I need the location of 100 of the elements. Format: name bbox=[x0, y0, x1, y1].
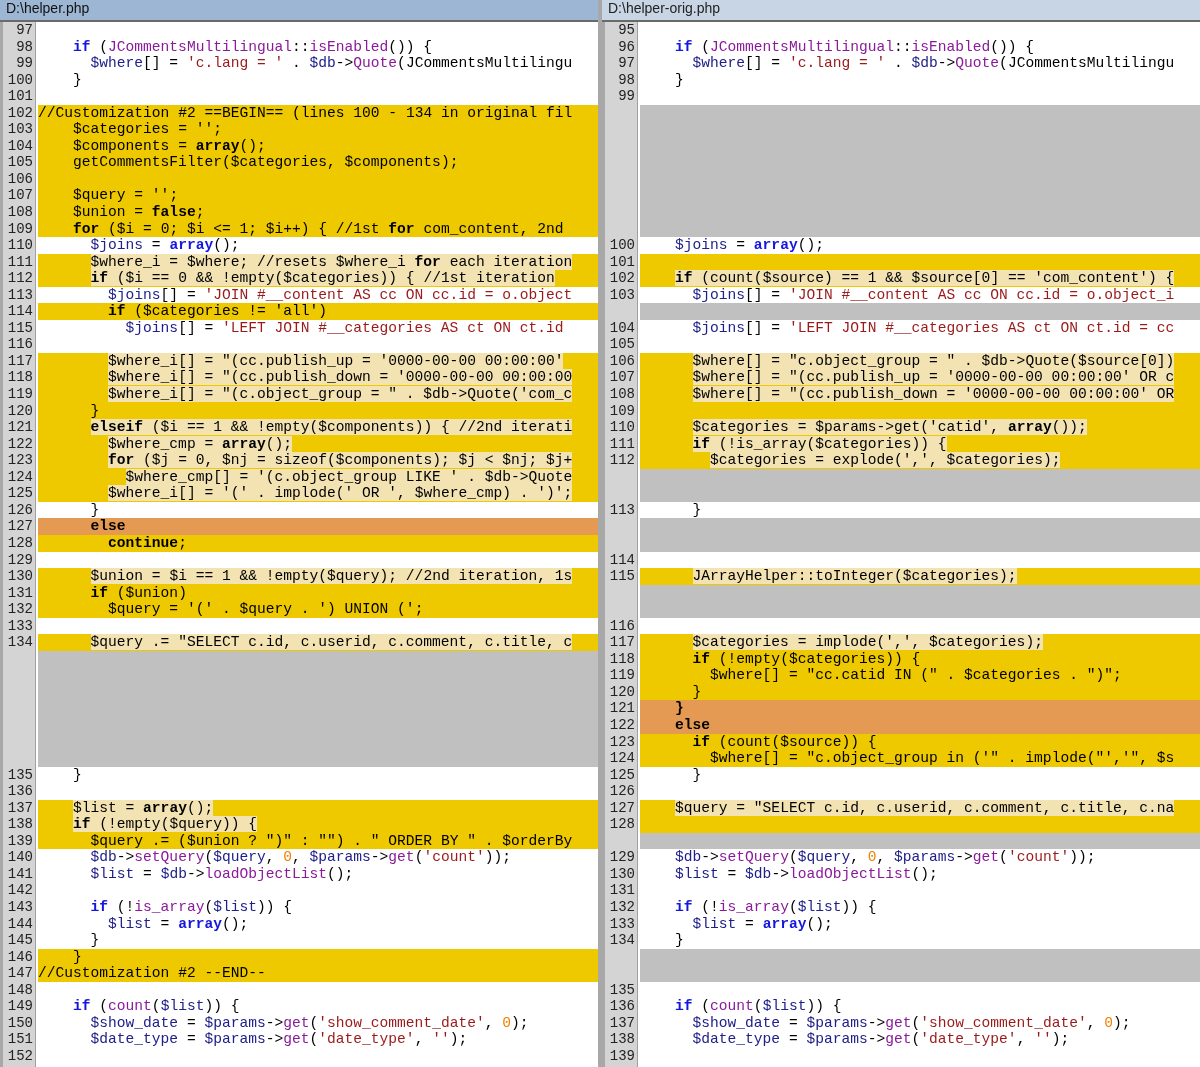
line-number: 123 bbox=[609, 733, 635, 750]
line-number: 118 bbox=[609, 650, 635, 667]
line-number: 109 bbox=[7, 220, 33, 237]
line-number: 142 bbox=[7, 882, 33, 899]
line-number: 148 bbox=[7, 981, 33, 998]
line-number: 146 bbox=[7, 948, 33, 965]
line-number: 114 bbox=[609, 551, 635, 568]
line-number: 100 bbox=[7, 71, 33, 88]
line-number: 121 bbox=[7, 419, 33, 436]
line-number: 105 bbox=[7, 154, 33, 171]
line-number: 110 bbox=[7, 237, 33, 254]
line-number: 133 bbox=[609, 915, 635, 932]
code-line: $joins[] = 'JOIN #__content AS cc ON cc.id = o.object bbox=[107, 286, 574, 304]
line-number: 96 bbox=[618, 38, 635, 55]
line-number: 100 bbox=[609, 237, 635, 254]
line-number: 128 bbox=[609, 816, 635, 833]
line-number: 124 bbox=[7, 468, 33, 485]
line-number: 98 bbox=[16, 38, 33, 55]
line-number: 107 bbox=[609, 369, 635, 386]
line-number: 152 bbox=[7, 1047, 33, 1064]
code-line: } bbox=[691, 501, 703, 519]
file-title-bar: D:\helper.php bbox=[0, 0, 598, 22]
code-line: $where[] = 'c.lang = ' . $db->Quote(JCommentsMultilingu bbox=[89, 55, 574, 72]
line-number: 137 bbox=[609, 1014, 635, 1031]
line-number: 151 bbox=[7, 1031, 33, 1048]
line-number: 119 bbox=[609, 667, 635, 684]
code-line: $joins = array(); bbox=[674, 237, 825, 254]
line-number: 144 bbox=[7, 915, 33, 932]
line-number: 130 bbox=[609, 865, 635, 882]
line-number: 138 bbox=[7, 816, 33, 833]
line-number: 126 bbox=[609, 783, 635, 800]
line-number: 112 bbox=[609, 452, 635, 469]
line-number: 111 bbox=[7, 253, 33, 270]
line-number: 133 bbox=[7, 617, 33, 634]
line-number: 145 bbox=[7, 932, 33, 949]
line-number: 113 bbox=[7, 286, 33, 303]
line-number: 139 bbox=[609, 1047, 635, 1064]
line-number: 107 bbox=[7, 187, 33, 204]
line-number: 106 bbox=[609, 352, 635, 369]
line-number: 143 bbox=[7, 899, 33, 915]
line-number: 126 bbox=[7, 501, 33, 518]
line-number: 115 bbox=[7, 319, 33, 336]
line-number: 99 bbox=[618, 88, 635, 105]
line-number: 128 bbox=[7, 534, 33, 551]
line-number: 109 bbox=[609, 402, 635, 419]
line-number: 115 bbox=[609, 568, 635, 585]
code-line: $date_type = $params->get('date_type', ''); bbox=[89, 1031, 469, 1048]
code-line: if (count($list)) { bbox=[674, 998, 843, 1015]
line-number: 149 bbox=[7, 998, 33, 1015]
line-number: 131 bbox=[7, 584, 33, 601]
line-number: 120 bbox=[609, 683, 635, 700]
line-number: 147 bbox=[7, 965, 33, 982]
line-number: 113 bbox=[609, 501, 635, 518]
code-line: if (count($list)) { bbox=[72, 998, 241, 1015]
code-line: $list = array(); bbox=[107, 915, 250, 933]
code-line: } bbox=[89, 932, 101, 949]
line-number: 101 bbox=[7, 88, 33, 105]
line-number: 122 bbox=[7, 435, 33, 452]
code-line: $where[] = 'c.lang = ' . $db->Quote(JCommentsMultilingu bbox=[691, 55, 1176, 72]
line-number: 102 bbox=[7, 104, 33, 121]
line-number: 104 bbox=[609, 319, 635, 336]
line-number: 134 bbox=[609, 932, 635, 949]
code-line: } bbox=[674, 932, 685, 949]
line-number: 129 bbox=[609, 849, 635, 866]
line-number: 106 bbox=[7, 170, 33, 187]
line-number: 116 bbox=[609, 617, 635, 634]
line-number: 127 bbox=[609, 799, 635, 816]
line-number: 135 bbox=[7, 766, 33, 783]
line-number: 121 bbox=[609, 700, 635, 717]
line-number: 140 bbox=[7, 849, 33, 866]
line-number: 108 bbox=[7, 204, 33, 220]
code-line: } bbox=[674, 71, 685, 89]
line-number: 98 bbox=[618, 71, 635, 88]
line-number: 117 bbox=[7, 352, 33, 369]
code-line: if (!is_array($list)) { bbox=[89, 899, 293, 916]
line-number: 136 bbox=[7, 783, 33, 800]
line-number: 119 bbox=[7, 386, 33, 403]
code-line: } bbox=[691, 766, 703, 784]
line-number: 136 bbox=[609, 998, 635, 1015]
code-line: } bbox=[72, 766, 83, 784]
line-number: 132 bbox=[7, 601, 33, 618]
code-line: $list = array(); bbox=[691, 915, 834, 933]
line-number: 130 bbox=[7, 568, 33, 585]
code-line: $date_type = $params->get('date_type', ''); bbox=[691, 1031, 1071, 1048]
code-line: $show_date = $params->get('show_comment_date', 0); bbox=[691, 1014, 1132, 1032]
line-number: 139 bbox=[7, 832, 33, 849]
line-number: 141 bbox=[7, 865, 33, 882]
code-line: } bbox=[72, 71, 83, 89]
line-number: 131 bbox=[609, 882, 635, 899]
code-line: $db->setQuery($query, 0, $params->get('count')); bbox=[674, 849, 1097, 866]
line-number: 129 bbox=[7, 551, 33, 568]
line-number: 97 bbox=[618, 55, 635, 72]
line-number: 97 bbox=[16, 22, 33, 38]
line-number: 103 bbox=[7, 121, 33, 138]
file-title-bar: D:\helper-orig.php bbox=[602, 0, 1200, 22]
line-number: 138 bbox=[609, 1031, 635, 1048]
code-line: $joins[] = 'LEFT JOIN #__categories AS ct ON ct.id bbox=[124, 319, 565, 337]
line-number: 104 bbox=[7, 137, 33, 154]
line-number: 105 bbox=[609, 336, 635, 353]
line-number: 103 bbox=[609, 286, 635, 303]
